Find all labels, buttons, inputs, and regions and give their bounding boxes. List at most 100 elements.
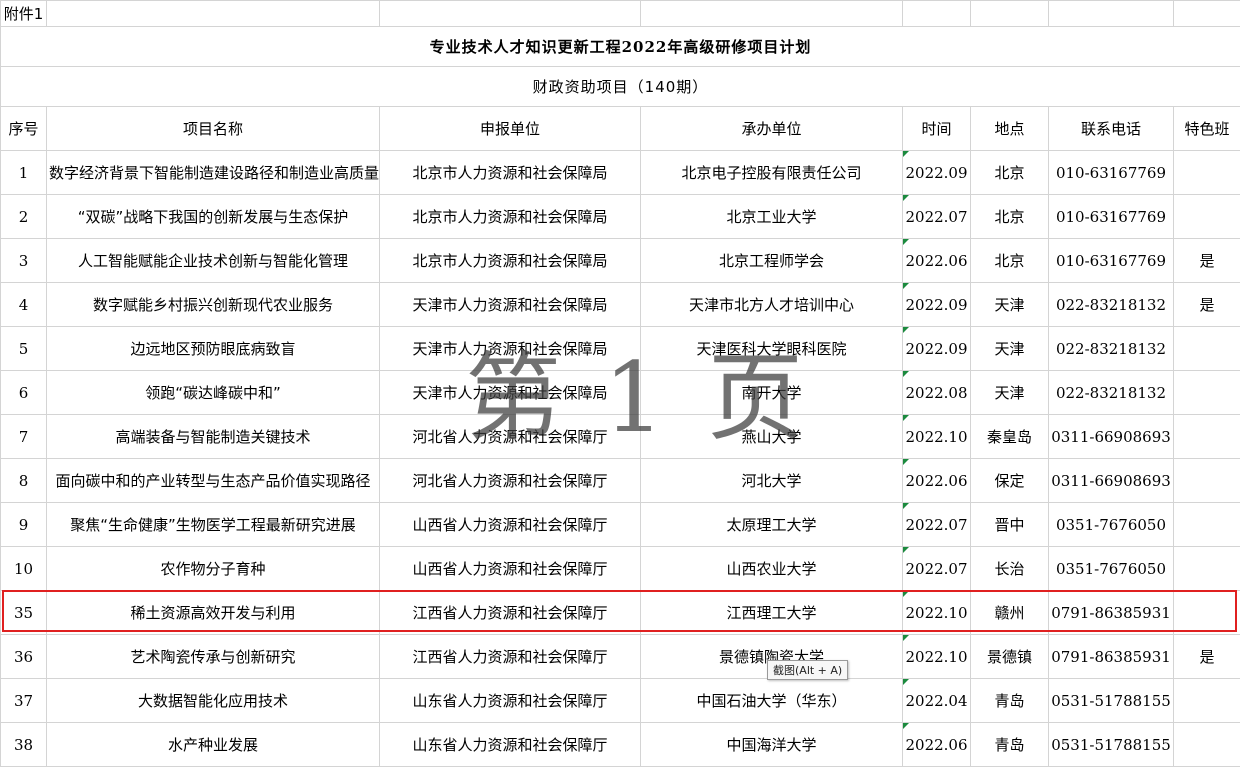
header-applicant[interactable]: 申报单位 <box>380 107 641 151</box>
header-organizer[interactable]: 承办单位 <box>641 107 903 151</box>
cell-special[interactable]: 是 <box>1174 283 1240 327</box>
cell-special[interactable] <box>1174 503 1240 547</box>
cell-phone[interactable]: 010-63167769 <box>1049 151 1174 195</box>
cell-special[interactable] <box>1174 151 1240 195</box>
cell-organizer[interactable]: 中国海洋大学 <box>641 723 903 767</box>
cell-project[interactable]: “双碳”战略下我国的创新发展与生态保护 <box>47 195 380 239</box>
cell-location[interactable]: 北京 <box>971 195 1049 239</box>
cell-organizer[interactable]: 太原理工大学 <box>641 503 903 547</box>
cell-no[interactable]: 9 <box>1 503 47 547</box>
cell-phone[interactable]: 0351-7676050 <box>1049 503 1174 547</box>
empty-cell[interactable] <box>1049 1 1174 27</box>
cell-project[interactable]: 边远地区预防眼底病致盲 <box>47 327 380 371</box>
cell-phone[interactable]: 022-83218132 <box>1049 283 1174 327</box>
cell-applicant[interactable]: 北京市人力资源和社会保障局 <box>380 239 641 283</box>
cell-phone[interactable]: 0351-7676050 <box>1049 547 1174 591</box>
cell-phone[interactable]: 0531-51788155 <box>1049 723 1174 767</box>
cell-organizer[interactable]: 山西农业大学 <box>641 547 903 591</box>
cell-phone[interactable]: 0311-66908693 <box>1049 459 1174 503</box>
cell-special[interactable] <box>1174 679 1240 723</box>
cell-location[interactable]: 秦皇岛 <box>971 415 1049 459</box>
cell-time[interactable]: 2022.07 <box>903 547 971 591</box>
cell-no[interactable]: 5 <box>1 327 47 371</box>
cell-project[interactable]: 高端装备与智能制造关键技术 <box>47 415 380 459</box>
cell-applicant[interactable]: 天津市人力资源和社会保障局 <box>380 283 641 327</box>
cell-time[interactable]: 2022.07 <box>903 503 971 547</box>
cell-time[interactable]: 2022.09 <box>903 283 971 327</box>
cell-no[interactable]: 36 <box>1 635 47 679</box>
cell-special[interactable] <box>1174 459 1240 503</box>
cell-organizer[interactable]: 南开大学 <box>641 371 903 415</box>
cell-project[interactable]: 水产种业发展 <box>47 723 380 767</box>
cell-phone[interactable]: 022-83218132 <box>1049 371 1174 415</box>
cell-time[interactable]: 2022.08 <box>903 371 971 415</box>
cell-time[interactable]: 2022.09 <box>903 327 971 371</box>
cell-location[interactable]: 天津 <box>971 283 1049 327</box>
cell-no[interactable]: 10 <box>1 547 47 591</box>
cell-applicant[interactable]: 山西省人力资源和社会保障厅 <box>380 503 641 547</box>
cell-project[interactable]: 稀土资源高效开发与利用 <box>47 591 380 635</box>
header-special[interactable]: 特色班 <box>1174 107 1240 151</box>
cell-special[interactable]: 是 <box>1174 635 1240 679</box>
cell-project[interactable]: 人工智能赋能企业技术创新与智能化管理 <box>47 239 380 283</box>
cell-location[interactable]: 晋中 <box>971 503 1049 547</box>
cell-applicant[interactable]: 山东省人力资源和社会保障厅 <box>380 723 641 767</box>
cell-no[interactable]: 1 <box>1 151 47 195</box>
cell-applicant[interactable]: 北京市人力资源和社会保障局 <box>380 195 641 239</box>
cell-location[interactable]: 青岛 <box>971 723 1049 767</box>
empty-cell[interactable] <box>1174 1 1240 27</box>
cell-organizer[interactable]: 燕山大学 <box>641 415 903 459</box>
cell-location[interactable]: 赣州 <box>971 591 1049 635</box>
cell-location[interactable]: 北京 <box>971 151 1049 195</box>
cell-time[interactable]: 2022.07 <box>903 195 971 239</box>
cell-time[interactable]: 2022.04 <box>903 679 971 723</box>
cell-special[interactable] <box>1174 371 1240 415</box>
cell-special[interactable] <box>1174 195 1240 239</box>
cell-time[interactable]: 2022.10 <box>903 635 971 679</box>
cell-applicant[interactable]: 河北省人力资源和社会保障厅 <box>380 415 641 459</box>
cell-applicant[interactable]: 北京市人力资源和社会保障局 <box>380 151 641 195</box>
cell-phone[interactable]: 010-63167769 <box>1049 195 1174 239</box>
cell-time[interactable]: 2022.06 <box>903 239 971 283</box>
cell-no[interactable]: 2 <box>1 195 47 239</box>
cell-special[interactable] <box>1174 723 1240 767</box>
cell-special[interactable] <box>1174 327 1240 371</box>
cell-special[interactable] <box>1174 547 1240 591</box>
header-location[interactable]: 地点 <box>971 107 1049 151</box>
cell-organizer[interactable]: 中国石油大学（华东） <box>641 679 903 723</box>
cell-organizer[interactable]: 天津市北方人才培训中心 <box>641 283 903 327</box>
cell-project[interactable]: 农作物分子育种 <box>47 547 380 591</box>
header-no[interactable]: 序号 <box>1 107 47 151</box>
cell-special[interactable] <box>1174 591 1240 635</box>
document-subtitle[interactable]: 财政资助项目（140期） <box>1 67 1240 107</box>
cell-no[interactable]: 8 <box>1 459 47 503</box>
cell-time[interactable]: 2022.10 <box>903 591 971 635</box>
cell-location[interactable]: 景德镇 <box>971 635 1049 679</box>
cell-organizer[interactable]: 河北大学 <box>641 459 903 503</box>
empty-cell[interactable] <box>971 1 1049 27</box>
cell-organizer[interactable]: 北京电子控股有限责任公司 <box>641 151 903 195</box>
cell-phone[interactable]: 010-63167769 <box>1049 239 1174 283</box>
cell-organizer[interactable]: 天津医科大学眼科医院 <box>641 327 903 371</box>
empty-cell[interactable] <box>641 1 903 27</box>
cell-project[interactable]: 聚焦“生命健康”生物医学工程最新研究进展 <box>47 503 380 547</box>
cell-no[interactable]: 3 <box>1 239 47 283</box>
cell-time[interactable]: 2022.09 <box>903 151 971 195</box>
empty-cell[interactable] <box>903 1 971 27</box>
cell-no[interactable]: 37 <box>1 679 47 723</box>
cell-special[interactable] <box>1174 415 1240 459</box>
header-project[interactable]: 项目名称 <box>47 107 380 151</box>
cell-time[interactable]: 2022.06 <box>903 723 971 767</box>
cell-location[interactable]: 保定 <box>971 459 1049 503</box>
cell-project[interactable]: 大数据智能化应用技术 <box>47 679 380 723</box>
cell-applicant[interactable]: 天津市人力资源和社会保障局 <box>380 371 641 415</box>
cell-applicant[interactable]: 山西省人力资源和社会保障厅 <box>380 547 641 591</box>
cell-project[interactable]: 数字赋能乡村振兴创新现代农业服务 <box>47 283 380 327</box>
cell-applicant[interactable]: 江西省人力资源和社会保障厅 <box>380 591 641 635</box>
cell-phone[interactable]: 0531-51788155 <box>1049 679 1174 723</box>
cell-no[interactable]: 35 <box>1 591 47 635</box>
header-time[interactable]: 时间 <box>903 107 971 151</box>
cell-project[interactable]: 面向碳中和的产业转型与生态产品价值实现路径 <box>47 459 380 503</box>
cell-no[interactable]: 4 <box>1 283 47 327</box>
cell-project[interactable]: 领跑“碳达峰碳中和” <box>47 371 380 415</box>
